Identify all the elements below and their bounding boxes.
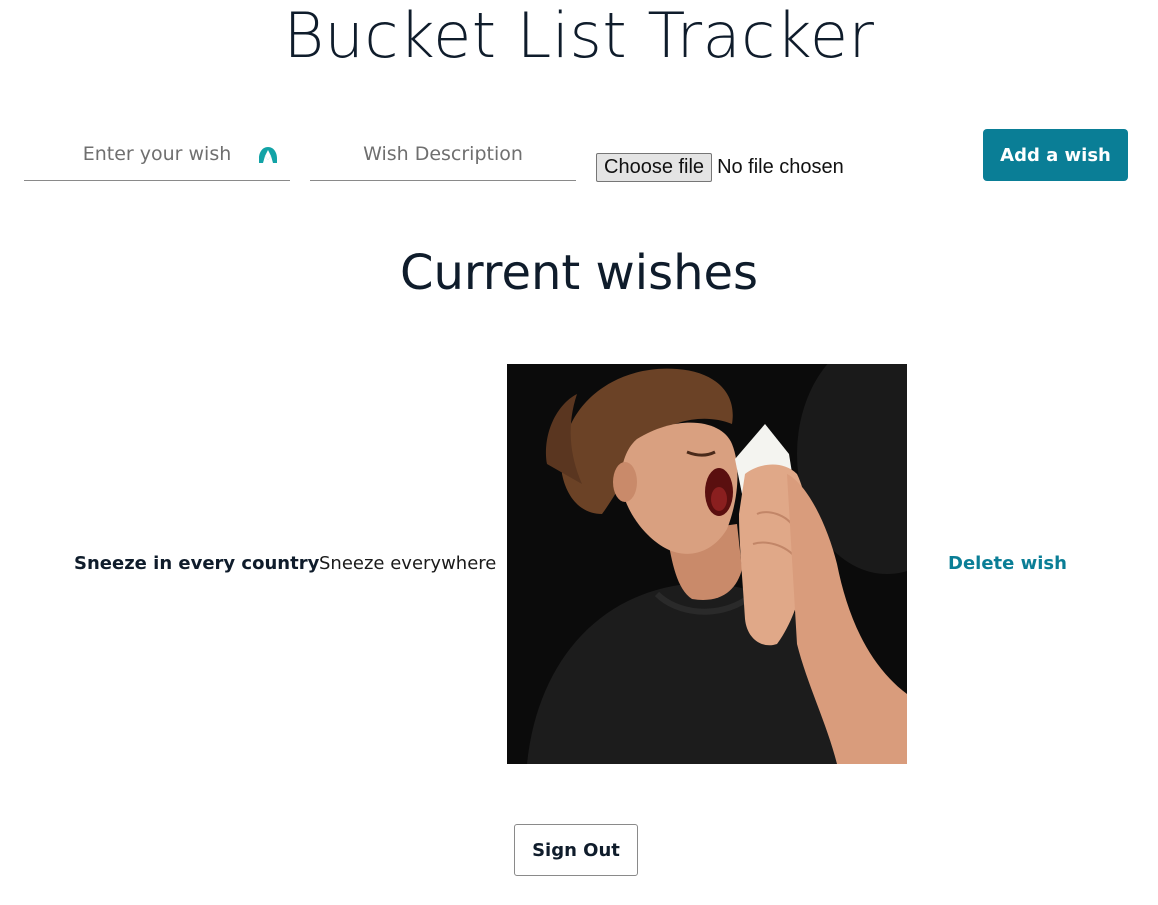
wish-input[interactable] bbox=[24, 128, 290, 180]
password-manager-icon[interactable] bbox=[258, 146, 278, 164]
add-wish-button[interactable]: Add a wish bbox=[983, 129, 1128, 181]
add-wish-form: Choose file No file chosen Add a wish bbox=[0, 128, 1158, 184]
current-wishes-heading: Current wishes bbox=[399, 245, 759, 301]
description-field bbox=[310, 128, 576, 181]
wish-description: Sneeze everywhere bbox=[319, 553, 497, 574]
file-status: No file chosen bbox=[717, 155, 844, 178]
choose-file-button[interactable]: Choose file bbox=[596, 152, 713, 182]
app-title: Bucket List Tracker bbox=[283, 0, 875, 72]
wish-image bbox=[507, 364, 907, 764]
wish-list-item: Sneeze in every country Sneeze everywher… bbox=[0, 364, 1158, 764]
delete-wish-link[interactable]: Delete wish bbox=[948, 550, 1067, 578]
file-picker: Choose file No file chosen bbox=[596, 152, 844, 182]
wish-field bbox=[24, 128, 290, 181]
wish-name: Sneeze in every country bbox=[74, 553, 320, 574]
description-input[interactable] bbox=[310, 128, 576, 180]
sign-out-button[interactable]: Sign Out bbox=[514, 824, 638, 876]
